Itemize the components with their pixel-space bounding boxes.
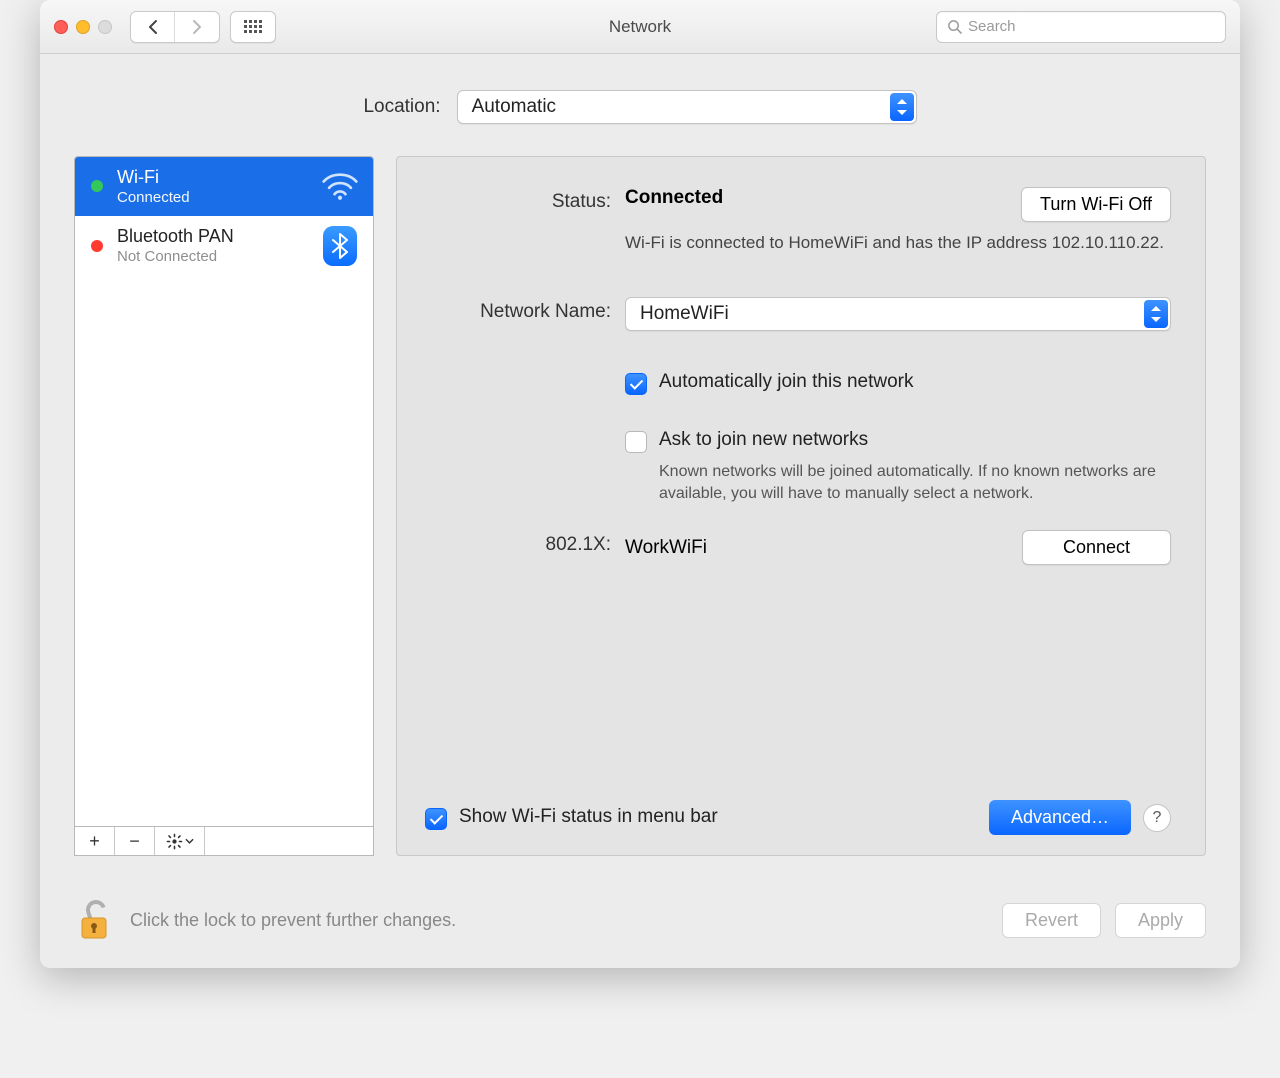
search-input[interactable] <box>968 18 1215 35</box>
dot1x-label: 802.1X: <box>425 530 625 565</box>
location-label: Location: <box>363 96 440 118</box>
back-button[interactable] <box>131 12 175 42</box>
chevron-right-icon <box>191 19 203 35</box>
search-field[interactable] <box>936 11 1226 43</box>
lock-text: Click the lock to prevent further change… <box>130 910 456 931</box>
service-list-toolbar: + − <box>74 826 374 856</box>
show-status-checkbox-row[interactable]: Show Wi-Fi status in menu bar <box>425 806 718 830</box>
nav-back-forward <box>130 11 220 43</box>
service-title: Wi-Fi <box>117 167 321 189</box>
chevron-down-icon <box>185 838 194 845</box>
auto-join-row: Automatically join this network <box>425 365 1171 403</box>
location-value: Automatic <box>472 96 556 118</box>
service-status: Connected <box>117 189 321 206</box>
revert-button[interactable]: Revert <box>1002 903 1101 938</box>
location-row: Location: Automatic <box>74 90 1206 124</box>
window-controls <box>54 20 112 34</box>
footer-buttons: Revert Apply <box>1002 903 1206 938</box>
status-description: Wi-Fi is connected to HomeWiFi and has t… <box>625 232 1171 255</box>
network-name-label: Network Name: <box>425 297 625 331</box>
footer: Click the lock to prevent further change… <box>40 880 1240 968</box>
network-name-row: Network Name: HomeWiFi <box>425 297 1171 331</box>
status-label: Status: <box>425 187 625 255</box>
service-status: Not Connected <box>117 248 321 265</box>
service-item-bluetooth-pan[interactable]: Bluetooth PAN Not Connected <box>75 216 373 276</box>
lock-button[interactable] <box>74 898 114 942</box>
ask-join-checkbox-row[interactable]: Ask to join new networks <box>625 429 1171 453</box>
minimize-window-button[interactable] <box>76 20 90 34</box>
service-sidebar: Wi-Fi Connected <box>74 156 374 856</box>
stepper-icon <box>1144 300 1168 328</box>
zoom-window-button[interactable] <box>98 20 112 34</box>
help-icon: ? <box>1153 809 1162 827</box>
ask-join-label: Ask to join new networks <box>659 429 868 451</box>
show-all-button[interactable] <box>230 11 276 43</box>
dot1x-row: 802.1X: WorkWiFi Connect <box>425 530 1171 565</box>
status-dot-red <box>91 240 103 252</box>
wifi-icon <box>321 169 359 203</box>
detail-panel: Status: Connected Turn Wi-Fi Off Wi-Fi i… <box>396 156 1206 856</box>
panels: Wi-Fi Connected <box>74 156 1206 856</box>
status-value: Connected <box>625 187 723 209</box>
dot1x-connect-button[interactable]: Connect <box>1022 530 1171 565</box>
close-window-button[interactable] <box>54 20 68 34</box>
ask-join-checkbox[interactable] <box>625 431 647 453</box>
service-item-wifi[interactable]: Wi-Fi Connected <box>75 157 373 216</box>
apply-button[interactable]: Apply <box>1115 903 1206 938</box>
dot1x-value: WorkWiFi <box>625 537 707 559</box>
service-list[interactable]: Wi-Fi Connected <box>74 156 374 827</box>
advanced-button[interactable]: Advanced… <box>989 800 1131 835</box>
location-select[interactable]: Automatic <box>457 90 917 124</box>
ask-join-row: Ask to join new networks Known networks … <box>425 423 1171 512</box>
unlocked-lock-icon <box>74 898 114 942</box>
stepper-icon <box>890 93 914 121</box>
minus-icon: − <box>129 831 140 852</box>
service-title: Bluetooth PAN <box>117 226 321 248</box>
remove-service-button[interactable]: − <box>115 827 155 855</box>
help-button[interactable]: ? <box>1143 804 1171 832</box>
gear-icon <box>166 833 183 850</box>
search-icon <box>947 19 962 34</box>
service-actions-button[interactable] <box>155 827 205 855</box>
content-area: Location: Automatic Wi-Fi Connected <box>40 54 1240 880</box>
show-status-label: Show Wi-Fi status in menu bar <box>459 806 718 828</box>
auto-join-label: Automatically join this network <box>659 371 914 393</box>
ask-join-helper: Known networks will be joined automatica… <box>659 461 1171 504</box>
status-dot-green <box>91 180 103 192</box>
turn-wifi-off-button[interactable]: Turn Wi-Fi Off <box>1021 187 1171 222</box>
grid-icon <box>244 20 262 33</box>
auto-join-checkbox[interactable] <box>625 373 647 395</box>
network-name-value: HomeWiFi <box>640 303 729 325</box>
network-name-select[interactable]: HomeWiFi <box>625 297 1171 331</box>
auto-join-checkbox-row[interactable]: Automatically join this network <box>625 371 1171 395</box>
add-service-button[interactable]: + <box>75 827 115 855</box>
bluetooth-icon <box>321 226 359 266</box>
chevron-left-icon <box>147 19 159 35</box>
status-row: Status: Connected Turn Wi-Fi Off Wi-Fi i… <box>425 187 1171 255</box>
plus-icon: + <box>89 831 100 852</box>
show-status-checkbox[interactable] <box>425 808 447 830</box>
titlebar: Network <box>40 0 1240 54</box>
panel-bottom-row: Show Wi-Fi status in menu bar Advanced… … <box>425 800 1171 835</box>
network-preferences-window: Network Location: Automatic Wi-Fi <box>40 0 1240 968</box>
forward-button[interactable] <box>175 12 219 42</box>
